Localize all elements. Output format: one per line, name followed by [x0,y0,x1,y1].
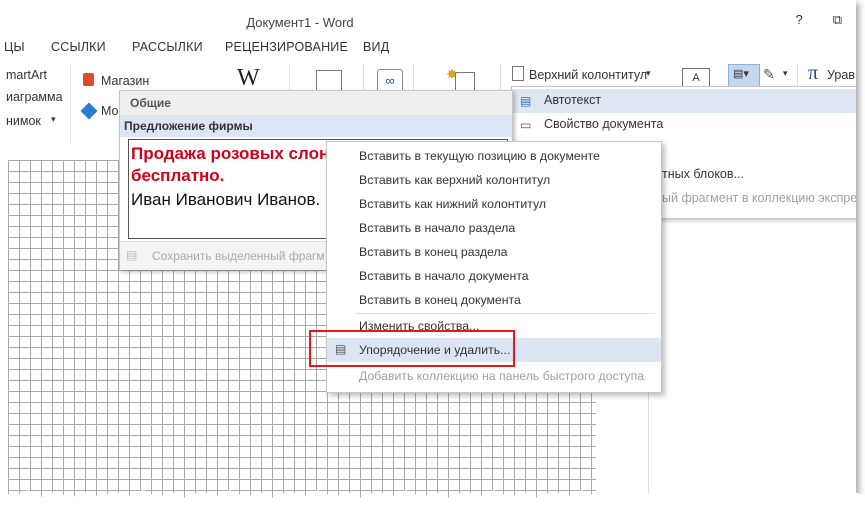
store-icon [83,73,94,86]
callout-highlight [309,330,515,367]
tab-references-partial[interactable]: ЦЫ [4,40,25,54]
tab-mailings[interactable]: РАССЫЛКИ [132,40,203,54]
menu-item-insert-section-start[interactable]: Вставить в начало раздела [327,216,661,240]
ribbon-tabs: ЦЫ ССЫЛКИ РАССЫЛКИ РЕЦЕНЗИРОВАНИЕ ВИД [0,36,856,58]
menu-item-insert-document-end[interactable]: Вставить в конец документа [327,288,661,312]
menu-item-autotext[interactable]: ▤ Автотекст [512,89,856,113]
help-button[interactable]: ? [795,12,802,28]
store-button[interactable]: Магазин [101,74,149,88]
header-icon [512,66,524,81]
menu-item-insert-document-start[interactable]: Вставить в начало документа [327,264,661,288]
equation-button[interactable]: Урав [827,68,855,82]
gallery-entry-title[interactable]: Предложение фирмы [120,115,512,137]
header-button[interactable]: Верхний колонтитул [529,68,647,82]
menu-item-insert-current-position[interactable]: Вставить в текущую позицию в документе [327,144,661,168]
window-title: Документ1 - Word [246,15,354,30]
menu-item-insert-section-end[interactable]: Вставить в конец раздела [327,240,661,264]
torn-edge [0,490,865,514]
property-icon: ▭ [520,118,532,132]
word-window: Документ1 - Word ? ⧉ ЦЫ ССЫЛКИ РАССЫЛКИ … [0,0,856,500]
right-pane [648,215,856,500]
menu-item-document-property[interactable]: ▭ Свойство документа [512,113,856,137]
chart-button[interactable]: иаграмма [6,90,63,104]
chevron-down-icon[interactable]: ▾ [646,68,651,79]
chevron-down-icon[interactable]: ▾ [783,68,788,79]
apps-icon [80,102,98,120]
autotext-icon: ▤ [520,94,532,108]
tab-review[interactable]: РЕЦЕНЗИРОВАНИЕ [225,40,348,54]
signature-icon[interactable]: ✎ [763,66,775,83]
menu-item-insert-header[interactable]: Вставить как верхний колонтитул [327,168,661,192]
chevron-down-icon[interactable]: ▾ [51,114,56,125]
save-icon: ▤ [126,248,138,262]
restore-button[interactable]: ⧉ [833,12,842,28]
wikipedia-icon[interactable]: W [237,65,260,92]
quick-parts-icon: ▤▾ [733,68,749,80]
text-box-icon[interactable]: A [682,68,710,88]
equation-icon[interactable]: π [808,62,818,85]
screenshot-button[interactable]: нимок [6,114,41,128]
menu-item-insert-footer[interactable]: Вставить как нижний колонтитул [327,192,661,216]
gallery-category: Общие [120,91,512,115]
menu-item-add-to-qat: Добавить коллекцию на панель быстрого до… [359,369,645,383]
title-bar: Документ1 - Word ? ⧉ [0,0,856,38]
my-apps-button[interactable]: Мо [101,104,119,118]
tab-view[interactable]: ВИД [363,40,389,54]
tab-links[interactable]: ССЫЛКИ [51,40,106,54]
smartart-button[interactable]: martArt [6,68,47,82]
